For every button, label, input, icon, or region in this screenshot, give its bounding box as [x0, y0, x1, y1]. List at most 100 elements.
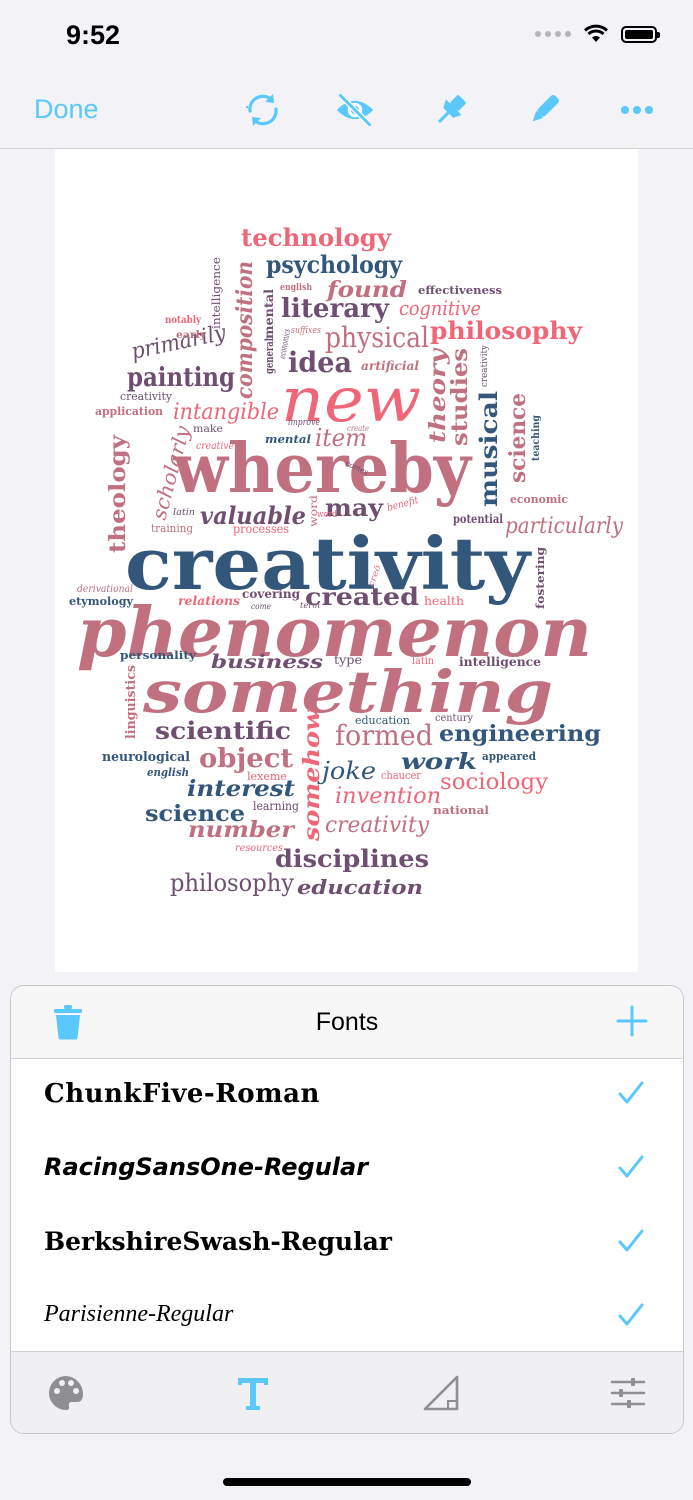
word: education	[297, 875, 423, 899]
word: make	[193, 424, 223, 435]
word: personality	[120, 649, 197, 662]
font-name: RacingSansOne-Regular	[44, 1153, 369, 1181]
wifi-icon	[583, 24, 609, 42]
shape-icon[interactable]	[422, 1374, 460, 1412]
word: scientific	[155, 716, 291, 745]
word: cognitive	[399, 296, 481, 320]
word: learning	[253, 799, 299, 813]
word: resources	[235, 843, 283, 854]
word: painting	[127, 363, 235, 393]
font-row-parisienne[interactable]: Parisienne-Regular	[11, 1281, 683, 1355]
word: century	[435, 713, 473, 724]
signal-icon	[535, 31, 571, 37]
panel-title: Fonts	[315, 1008, 379, 1036]
refresh-icon[interactable]	[243, 90, 283, 130]
word: relations	[178, 594, 240, 608]
word: general	[263, 338, 276, 374]
fonts-panel: Fonts ChunkFive-Roman RacingSansOne-Regu…	[10, 985, 684, 1434]
word: disciplines	[275, 844, 429, 873]
font-row-racingsansone[interactable]: RacingSansOne-Regular	[11, 1133, 683, 1207]
word: education	[355, 714, 410, 727]
word: covering	[242, 587, 301, 601]
word: fostering	[534, 547, 547, 609]
word: improve	[288, 418, 320, 428]
word: application	[95, 405, 163, 418]
font-name: Parisienne-Regular	[44, 1301, 234, 1327]
word: neurological	[102, 750, 190, 765]
word: particularly	[505, 514, 624, 539]
pen-icon[interactable]	[524, 90, 564, 130]
fonts-panel-header: Fonts	[11, 986, 683, 1059]
word: joke	[317, 757, 376, 785]
word: psychology	[266, 250, 403, 279]
more-icon[interactable]	[617, 90, 657, 130]
pin-icon[interactable]	[431, 90, 471, 130]
word: processes	[233, 522, 289, 536]
font-name: ChunkFive-Roman	[44, 1079, 320, 1109]
word: potential	[453, 512, 503, 526]
done-button[interactable]: Done	[34, 94, 99, 125]
home-indicator[interactable]	[223, 1478, 471, 1486]
word: business	[211, 651, 323, 673]
word: technology	[241, 223, 392, 252]
word: create	[347, 424, 369, 433]
word: training	[151, 522, 193, 535]
font-row-chunkfive[interactable]: ChunkFive-Roman	[11, 1059, 683, 1133]
palette-icon[interactable]	[47, 1374, 85, 1412]
checkmark-icon	[618, 1303, 644, 1326]
word: composition	[232, 261, 258, 399]
word: english	[280, 283, 312, 293]
word: teaching	[531, 415, 542, 461]
word: economic	[510, 493, 568, 506]
word: english	[147, 766, 189, 779]
word: intelligence	[459, 655, 541, 669]
text-icon[interactable]	[235, 1374, 271, 1412]
word: national	[433, 804, 489, 817]
word: invention	[335, 784, 441, 809]
status-bar: 9:52	[0, 0, 693, 76]
word: studies	[447, 348, 473, 446]
word: health	[424, 594, 464, 608]
word: creative	[196, 441, 234, 452]
word: mental	[265, 433, 311, 446]
word-cloud-canvas[interactable]: creativity phenomenon something whereby …	[55, 149, 638, 972]
word: number	[188, 817, 296, 843]
bottom-tab-bar	[11, 1351, 683, 1433]
word: science	[505, 393, 531, 483]
word: creativity	[480, 344, 490, 387]
word: notably	[165, 315, 202, 326]
word: engineering	[439, 721, 601, 747]
word: created	[305, 582, 419, 611]
sliders-icon[interactable]	[609, 1374, 647, 1412]
word: theology	[105, 434, 131, 553]
word: type	[334, 653, 362, 667]
word: derivational	[77, 584, 133, 595]
word: found	[325, 277, 407, 303]
word: word	[317, 510, 337, 520]
word-cloud: creativity phenomenon something whereby …	[69, 223, 624, 899]
font-row-berkshireswash[interactable]: BerkshireSwash-Regular	[11, 1207, 683, 1281]
top-toolbar: Done	[0, 76, 693, 149]
word: suffixes	[291, 326, 321, 336]
word: effectiveness	[418, 284, 502, 297]
word: musical	[474, 391, 503, 507]
font-name: BerkshireSwash-Regular	[44, 1227, 392, 1256]
word: sociology	[440, 770, 549, 795]
checkmark-icon	[618, 1081, 644, 1104]
battery-icon	[621, 25, 660, 43]
checkmark-icon	[618, 1155, 644, 1178]
word: early	[176, 330, 207, 341]
word: linguistics	[124, 665, 139, 739]
word: term	[300, 601, 320, 610]
word: etymology	[69, 595, 134, 608]
status-indicators	[535, 24, 660, 44]
checkmark-icon	[618, 1229, 644, 1252]
word: intangible	[173, 400, 279, 425]
word: latin	[412, 656, 435, 667]
word: idea	[288, 346, 352, 379]
status-time: 9:52	[66, 20, 121, 50]
word: philosophy	[430, 316, 583, 345]
eye-slash-icon[interactable]	[335, 90, 375, 130]
word: come	[251, 602, 271, 611]
add-font-button[interactable]	[615, 1004, 649, 1038]
